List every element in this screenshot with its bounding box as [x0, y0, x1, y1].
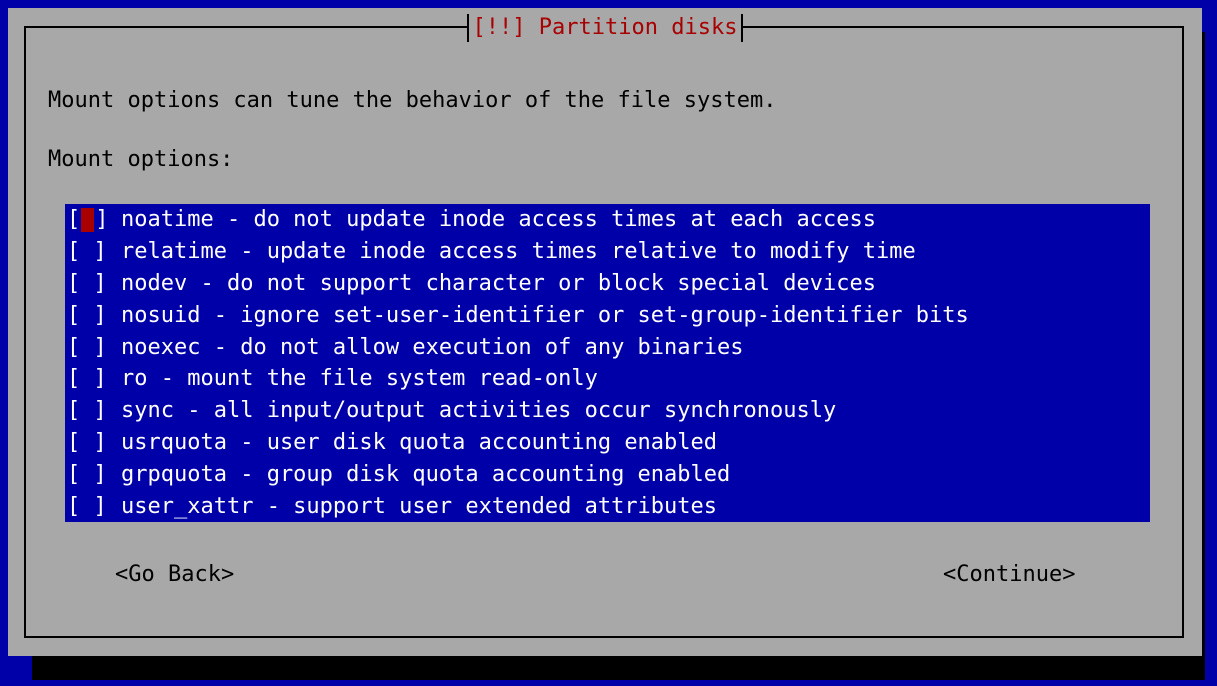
dialog-title: [!!] Partition disks — [466, 14, 744, 42]
continue-button[interactable]: <Continue> — [943, 562, 1075, 587]
mount-options-list: [] noatime - do not update inode access … — [65, 204, 1150, 522]
option-label: nosuid - ignore set-user-identifier or s… — [121, 302, 969, 328]
option-label: nodev - do not support character or bloc… — [121, 270, 876, 296]
option-user-xattr[interactable]: [ ] user_xattr - support user extended a… — [65, 490, 1150, 522]
option-relatime[interactable]: [ ] relatime - update inode access times… — [65, 236, 1150, 268]
checkbox-user-xattr[interactable]: [ ] — [65, 494, 121, 519]
option-label: usrquota - user disk quota accounting en… — [121, 429, 718, 455]
option-nosuid[interactable]: [ ] nosuid - ignore set-user-identifier … — [65, 299, 1150, 331]
dialog-description: Mount options can tune the behavior of t… — [48, 88, 777, 113]
option-label: relatime - update inode access times rel… — [121, 239, 916, 265]
option-label: sync - all input/output activities occur… — [121, 398, 837, 424]
option-label: noexec - do not allow execution of any b… — [121, 334, 744, 360]
checkbox-usrquota[interactable]: [ ] — [65, 430, 121, 455]
option-nodev[interactable]: [ ] nodev - do not support character or … — [65, 268, 1150, 300]
checkbox-nosuid[interactable]: [ ] — [65, 303, 121, 328]
cursor-icon — [81, 208, 95, 233]
option-usrquota[interactable]: [ ] usrquota - user disk quota accountin… — [65, 427, 1150, 459]
mount-options-label: Mount options: — [48, 147, 234, 172]
option-ro[interactable]: [ ] ro - mount the file system read-only — [65, 363, 1150, 395]
checkbox-nodev[interactable]: [ ] — [65, 271, 121, 296]
checkbox-noexec[interactable]: [ ] — [65, 335, 121, 360]
partition-dialog: [!!] Partition disks Mount options can t… — [8, 8, 1202, 656]
option-label: ro - mount the file system read-only — [121, 366, 598, 392]
option-noatime[interactable]: [] noatime - do not update inode access … — [65, 204, 1150, 236]
option-grpquota[interactable]: [ ] grpquota - group disk quota accounti… — [65, 458, 1150, 490]
option-noexec[interactable]: [ ] noexec - do not allow execution of a… — [65, 331, 1150, 363]
option-label: user_xattr - support user extended attri… — [121, 493, 718, 519]
option-label: noatime - do not update inode access tim… — [121, 207, 876, 233]
checkbox-grpquota[interactable]: [ ] — [65, 462, 121, 487]
option-sync[interactable]: [ ] sync - all input/output activities o… — [65, 395, 1150, 427]
checkbox-ro[interactable]: [ ] — [65, 366, 121, 391]
option-label: grpquota - group disk quota accounting e… — [121, 461, 731, 487]
go-back-button[interactable]: <Go Back> — [115, 562, 234, 587]
checkbox-noatime[interactable]: [] — [65, 207, 121, 233]
checkbox-relatime[interactable]: [ ] — [65, 239, 121, 264]
checkbox-sync[interactable]: [ ] — [65, 398, 121, 423]
